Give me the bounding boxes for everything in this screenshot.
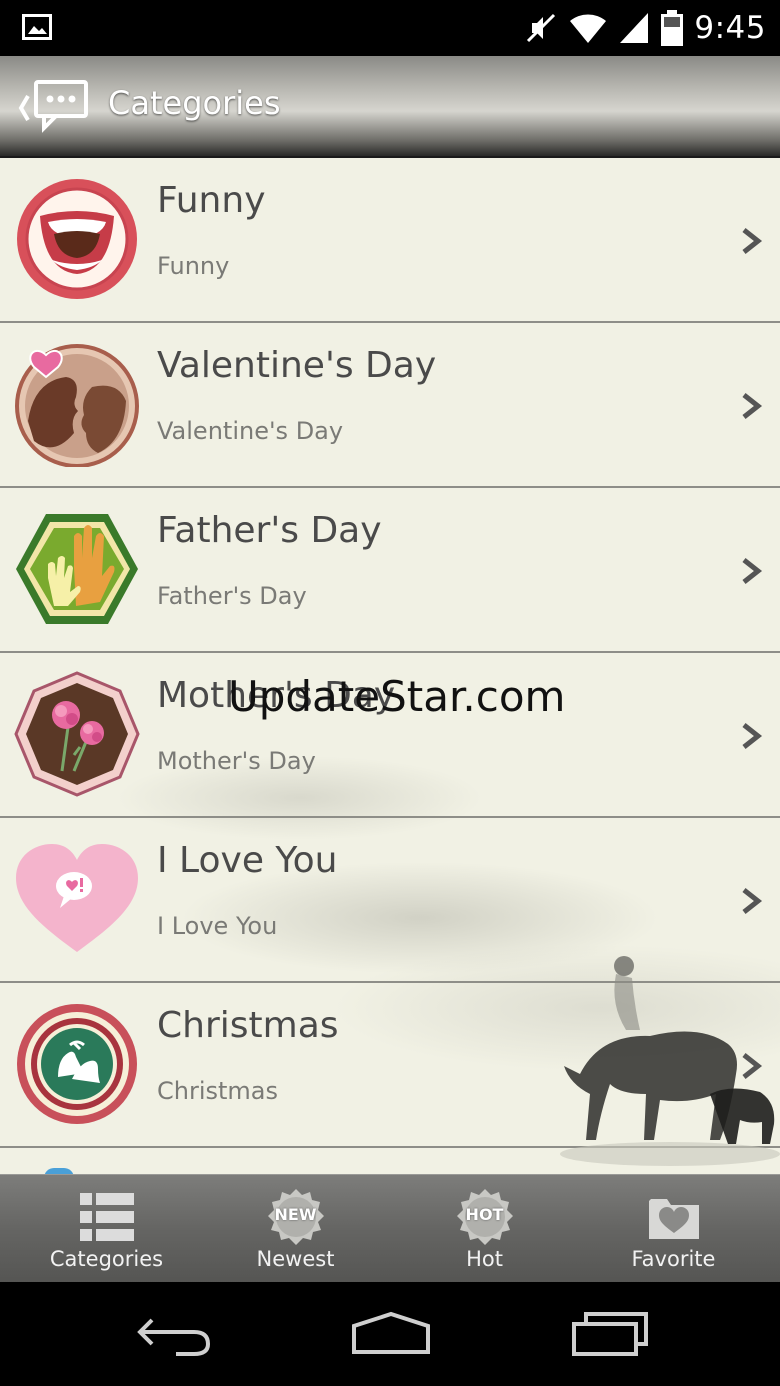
hands-icon: [16, 514, 138, 624]
list-icon: [79, 1193, 134, 1241]
tab-favorite[interactable]: Favorite: [579, 1175, 768, 1283]
category-subtitle: I Love You: [157, 912, 278, 940]
status-bar: 9:45: [0, 0, 780, 56]
tab-label: Categories: [49, 1247, 164, 1271]
favorite-folder-icon: [648, 1199, 699, 1239]
bells-icon: [17, 1004, 137, 1124]
tab-categories[interactable]: Categories: [12, 1175, 201, 1283]
ink-painting-decoration: [560, 956, 780, 1166]
home-nav-icon[interactable]: [346, 1306, 436, 1362]
watermark-text: UpdateStar.com: [228, 672, 566, 721]
back-chat-icon[interactable]: [14, 76, 94, 136]
image-notification-icon: [22, 14, 52, 40]
new-badge-icon: NEW: [265, 1187, 327, 1249]
category-subtitle: Valentine's Day: [157, 417, 344, 445]
category-subtitle: Mother's Day: [157, 747, 316, 775]
category-subtitle: Father's Day: [157, 582, 307, 610]
category-list: Funny Funny Valentine's Day Valentine's …: [0, 158, 780, 1174]
action-bar: Categories: [0, 56, 780, 158]
tab-newest[interactable]: NEW Newest: [201, 1175, 390, 1283]
bottom-tab-bar: Categories NEW Newest HOT Hot Favorite: [0, 1174, 780, 1283]
system-nav-bar: [0, 1282, 780, 1386]
category-row-valentines-day[interactable]: Valentine's Day Valentine's Day: [0, 323, 780, 488]
chevron-right-icon: [742, 723, 763, 749]
heart-speech-icon: [16, 844, 138, 952]
chevron-right-icon: [742, 558, 763, 584]
category-title: Christmas: [157, 1005, 339, 1046]
category-title: Funny: [157, 180, 266, 221]
tab-label: Hot: [466, 1247, 503, 1271]
new-badge-text: NEW: [274, 1205, 317, 1224]
clock: 9:45: [694, 10, 766, 46]
battery-icon: [661, 10, 684, 46]
hot-badge-icon: HOT: [454, 1187, 516, 1249]
back-nav-icon[interactable]: [132, 1306, 222, 1362]
mute-icon: [527, 13, 556, 43]
kissing-couple-icon: [15, 344, 139, 467]
page-title: Categories: [108, 84, 281, 122]
chevron-right-icon: [742, 228, 763, 254]
wifi-icon: [570, 14, 607, 43]
signal-icon: [620, 13, 649, 43]
category-title: I Love You: [157, 840, 338, 881]
category-subtitle: Christmas: [157, 1077, 279, 1105]
tab-hot[interactable]: HOT Hot: [390, 1175, 579, 1283]
tab-label: Favorite: [631, 1247, 716, 1271]
category-title: Father's Day: [157, 510, 382, 551]
hot-badge-text: HOT: [465, 1205, 504, 1224]
category-title: Valentine's Day: [157, 345, 437, 386]
category-row-fathers-day[interactable]: Father's Day Father's Day: [0, 488, 780, 653]
tab-label: Newest: [256, 1247, 335, 1271]
category-subtitle: Funny: [157, 252, 230, 280]
chevron-right-icon: [742, 393, 763, 419]
carnation-icon: [14, 671, 140, 797]
laughing-mouth-icon: [17, 179, 137, 299]
chevron-right-icon: [742, 888, 763, 914]
recent-apps-nav-icon[interactable]: [568, 1306, 658, 1362]
category-row-funny[interactable]: Funny Funny: [0, 158, 780, 323]
